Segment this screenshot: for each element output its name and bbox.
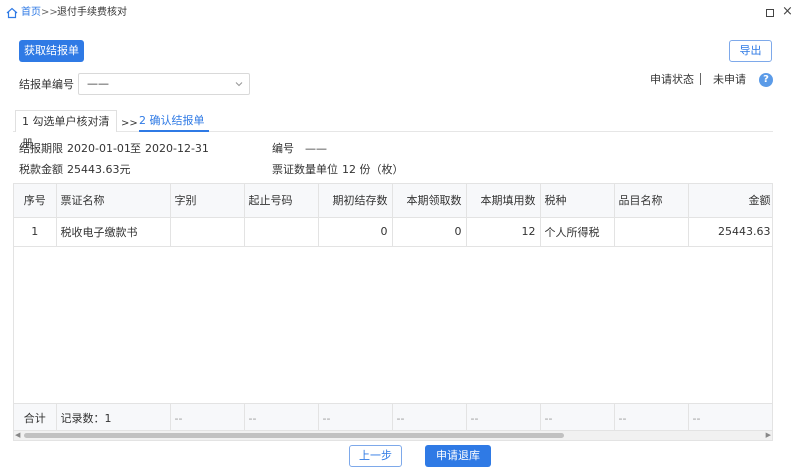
col-header-used[interactable]: 本期填用数 <box>466 184 541 218</box>
footer-record-count: 记录数：1 <box>56 404 171 430</box>
cell-amount: 25443.63 <box>688 217 772 247</box>
maximize-icon[interactable] <box>766 9 774 17</box>
footer-dash: -- <box>466 404 541 430</box>
scroll-right-icon[interactable]: ▶ <box>766 431 771 440</box>
period-to: 至 <box>130 142 141 155</box>
number-label: 编号 <box>272 142 294 155</box>
report-table: 序号 票证名称 字别 起止号码 期初结存数 本期领取数 本期填用数 税种 品目名… <box>13 183 773 431</box>
col-header-received[interactable]: 本期领取数 <box>392 184 467 218</box>
cell-number-range <box>244 217 319 247</box>
period-end: 2020-12-31 <box>145 142 209 155</box>
breadcrumb-separator: >> <box>41 7 58 18</box>
footer-dash: -- <box>170 404 245 430</box>
close-icon[interactable]: × <box>782 4 793 20</box>
report-no-select[interactable]: —— <box>78 73 250 95</box>
apply-status-value: 未申请 <box>713 73 746 86</box>
breadcrumb-home-link[interactable]: 首页 <box>21 7 41 19</box>
apply-refund-button[interactable]: 申请退库 <box>425 445 491 467</box>
cell-received: 0 <box>392 217 467 247</box>
top-bar: 首页 >> 退付手续费核对 × <box>0 0 800 26</box>
help-icon[interactable]: ? <box>759 73 773 87</box>
footer-dash: -- <box>392 404 467 430</box>
unit-value: 12 份（枚） <box>342 163 404 176</box>
col-header-tax-type[interactable]: 税种 <box>540 184 615 218</box>
table-header-row: 序号 票证名称 字别 起止号码 期初结存数 本期领取数 本期填用数 税种 品目名… <box>14 184 772 218</box>
fetch-report-button[interactable]: 获取结报单 <box>19 40 84 62</box>
cell-item-name <box>614 217 689 247</box>
chevron-down-icon <box>235 82 243 87</box>
unit-label: 票证数量单位 <box>272 163 338 176</box>
status-divider <box>700 73 701 85</box>
col-header-word[interactable]: 字别 <box>170 184 245 218</box>
col-header-number-range[interactable]: 起止号码 <box>244 184 319 218</box>
cell-ticket-name: 税收电子缴款书 <box>56 217 171 247</box>
steps-divider <box>13 131 773 132</box>
cell-word <box>170 217 245 247</box>
amount-value: 25443.63元 <box>67 163 131 176</box>
col-header-opening-balance[interactable]: 期初结存数 <box>318 184 393 218</box>
period-label: 结报期限 <box>19 142 63 155</box>
scrollbar-thumb[interactable] <box>24 433 564 438</box>
steps-separator: >> <box>121 118 138 129</box>
footer-dash: -- <box>244 404 319 430</box>
report-no-value: —— <box>87 77 109 90</box>
cell-index: 1 <box>14 217 57 247</box>
footer-dash: -- <box>614 404 689 430</box>
footer-dash: -- <box>540 404 615 430</box>
step-tab-1[interactable]: 1 勾选单户核对清册 <box>15 110 117 150</box>
step-tab-2[interactable]: 2 确认结报单 <box>139 114 205 128</box>
breadcrumb-current: 退付手续费核对 <box>57 7 127 18</box>
col-header-amount[interactable]: 金额 <box>688 184 772 218</box>
col-header-item-name[interactable]: 品目名称 <box>614 184 689 218</box>
cell-used: 12 <box>466 217 541 247</box>
cell-tax-type: 个人所得税 <box>540 217 615 247</box>
footer-dash: -- <box>318 404 393 430</box>
prev-step-button[interactable]: 上一步 <box>349 445 402 467</box>
period-start: 2020-01-01 <box>67 142 131 155</box>
apply-status-label: 申请状态 <box>650 73 694 86</box>
number-value: —— <box>305 142 327 155</box>
col-header-ticket-name[interactable]: 票证名称 <box>56 184 171 218</box>
footer-dash: -- <box>688 404 772 430</box>
horizontal-scrollbar[interactable]: ◀ ▶ <box>13 431 773 441</box>
footer-total-label: 合计 <box>14 404 57 430</box>
active-step-indicator <box>139 130 209 132</box>
table-footer: 合计 记录数：1 -- -- -- -- -- -- -- -- <box>14 403 772 430</box>
export-button[interactable]: 导出 <box>729 40 772 62</box>
report-no-label: 结报单编号 <box>19 78 74 91</box>
table-row[interactable]: 1 税收电子缴款书 0 0 12 个人所得税 25443.63 <box>14 217 772 247</box>
home-icon[interactable] <box>6 7 18 19</box>
scroll-left-icon[interactable]: ◀ <box>15 431 20 440</box>
col-header-index[interactable]: 序号 <box>14 184 57 218</box>
amount-label: 税款金额 <box>19 163 63 176</box>
cell-opening-balance: 0 <box>318 217 393 247</box>
